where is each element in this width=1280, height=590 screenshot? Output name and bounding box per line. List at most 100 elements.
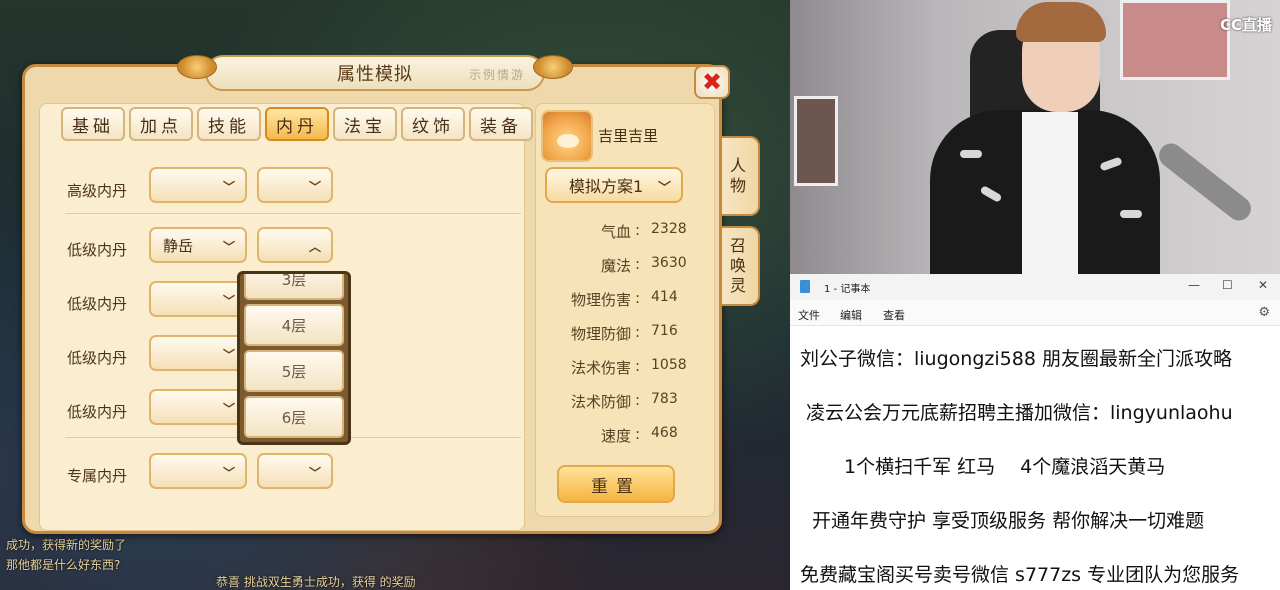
chevron-down-icon: ﹀ [222,466,235,480]
tab-points[interactable]: 加点 [129,107,193,141]
layer-option[interactable]: 6层 [244,396,344,438]
chevron-down-icon: ﹀ [222,180,235,194]
streamer-hair [1016,2,1106,42]
stat-label: 法术伤害 [570,359,631,377]
dan-type-select[interactable]: ﹀ [149,453,247,489]
dan-row-label: 专属内丹 [67,467,128,485]
tab-treasure[interactable]: 法宝 [333,107,397,141]
dan-layer-select-open[interactable]: ︿ [257,227,333,263]
chevron-down-icon: ﹀ [657,181,671,196]
notepad-line[interactable]: 凌云公会万元底薪招聘主播加微信：lingyunlaohu [806,398,1233,425]
streamer-shirt [1022,112,1078,274]
dan-type-select[interactable]: 静岳 ﹀ [149,227,247,263]
scheme-value: 模拟方案1 [569,177,644,196]
wall-frame [794,96,838,186]
stat-colon: : [635,289,641,307]
side-tab-summon[interactable]: 召唤灵 [722,226,760,306]
layer-option[interactable]: 3层 [244,274,344,300]
gear-icon[interactable]: ⚙ [1258,305,1270,320]
jacket-pattern [960,150,982,158]
chevron-down-icon: ﹀ [222,240,235,254]
dan-layer-select[interactable]: ﹀ [257,167,333,203]
notepad-titlebar: 1 - 记事本 — ☐ ✕ [790,274,1280,300]
close-button[interactable]: ✖ [694,65,730,99]
notepad-line[interactable]: 开通年费守护 享受顶级服务 帮你解决一切难题 [812,506,1204,533]
dan-row-label: 低级内丹 [67,403,128,421]
menu-file[interactable]: 文件 [798,307,820,323]
tab-equipment[interactable]: 装备 [469,107,533,141]
dan-type-select[interactable]: ﹀ [149,167,247,203]
stat-colon: : [635,357,641,375]
menu-view[interactable]: 查看 [883,307,905,323]
close-icon[interactable]: ✕ [1258,278,1268,292]
notepad-window: 1 - 记事本 — ☐ ✕ 文件 编辑 查看 ⚙ 刘公子微信：liugongzi… [790,274,1280,590]
minimize-icon[interactable]: — [1188,278,1200,292]
notepad-line[interactable]: 刘公子微信：liugongzi588 朋友圈最新全门派攻略 [800,344,1232,371]
chat-message: 成功，获得新的奖励了 [6,538,127,552]
stat-colon: : [635,323,641,341]
stat-value: 783 [651,391,678,407]
avatar-face [557,134,579,148]
stat-value: 414 [651,289,678,305]
category-tabs: 基础 加点 技能 内丹 法宝 纹饰 装备 [61,107,533,141]
title-knob-left [177,55,217,79]
dan-layer-select[interactable]: ﹀ [257,453,333,489]
attribute-simulation-window: 属性模拟 示例情游 ✖ 基础 加点 技能 内丹 法宝 纹饰 装备 高级内丹 ﹀ … [22,55,730,534]
pet-name: 吉里吉里 [598,127,659,145]
stat-label: 物理伤害 [570,291,631,309]
dan-row-label: 低级内丹 [67,295,128,313]
reset-button[interactable]: 重置 [557,465,675,503]
stat-value: 468 [651,425,678,441]
chevron-down-icon: ﹀ [222,294,235,308]
layer-option[interactable]: 4层 [244,304,344,346]
tab-basic[interactable]: 基础 [61,107,125,141]
streamer-webcam: CC直播 [790,0,1280,274]
stat-label: 气血 [600,223,631,241]
menu-edit[interactable]: 编辑 [840,307,862,323]
tab-ornament[interactable]: 纹饰 [401,107,465,141]
stat-label: 法术防御 [570,393,631,411]
tab-skills[interactable]: 技能 [197,107,261,141]
microphone [1154,138,1256,226]
title-decoration: 示例情游 [468,68,525,82]
stat-row: 法术伤害:1058 [549,357,709,377]
stat-colon: : [635,425,641,443]
notepad-icon [800,280,810,293]
dan-type-select[interactable]: ﹀ [149,389,247,425]
maximize-icon[interactable]: ☐ [1222,278,1233,292]
chevron-up-icon: ︿ [308,240,321,254]
divider [65,213,521,214]
stat-row: 魔法:3630 [549,255,709,275]
stat-colon: : [635,391,641,409]
notepad-title: 1 - 记事本 [824,284,871,295]
stat-row: 物理防御:716 [549,323,709,343]
stat-row: 物理伤害:414 [549,289,709,309]
stat-row: 法术防御:783 [549,391,709,411]
wall-poster [1120,0,1230,80]
chevron-down-icon: ﹀ [308,180,321,194]
dan-type-select[interactable]: ﹀ [149,281,247,317]
dan-row-label: 低级内丹 [67,241,128,259]
stats-panel [535,103,715,517]
stream-logo: CC直播 [1219,16,1272,34]
scheme-select[interactable]: 模拟方案1 ﹀ [545,167,683,203]
stat-colon: : [635,221,641,239]
stat-label: 魔法 [600,257,631,275]
stat-row: 气血:2328 [549,221,709,241]
dan-type-select[interactable]: ﹀ [149,335,247,371]
dan-type-value: 静岳 [163,236,194,255]
pet-avatar [541,110,593,162]
notepad-line[interactable]: 1个横扫千军 红马 4个魔浪滔天黄马 [844,452,1165,479]
stat-label: 速度 [600,427,631,445]
notepad-line[interactable]: 免费藏宝阁买号卖号微信 s777zs 专业团队为您服务 [800,560,1239,587]
stat-label: 物理防御 [570,325,631,343]
chat-message: 恭喜 挑战双生勇士成功，获得 的奖励 [216,575,416,589]
stat-value: 2328 [651,221,687,237]
tab-inner-dan[interactable]: 内丹 [265,107,329,141]
title-knob-right [533,55,573,79]
window-title-bar: 属性模拟 示例情游 [177,55,573,91]
layer-option[interactable]: 5层 [244,350,344,392]
stat-value: 1058 [651,357,687,373]
stat-value: 3630 [651,255,687,271]
side-tab-character[interactable]: 人物 [722,136,760,216]
